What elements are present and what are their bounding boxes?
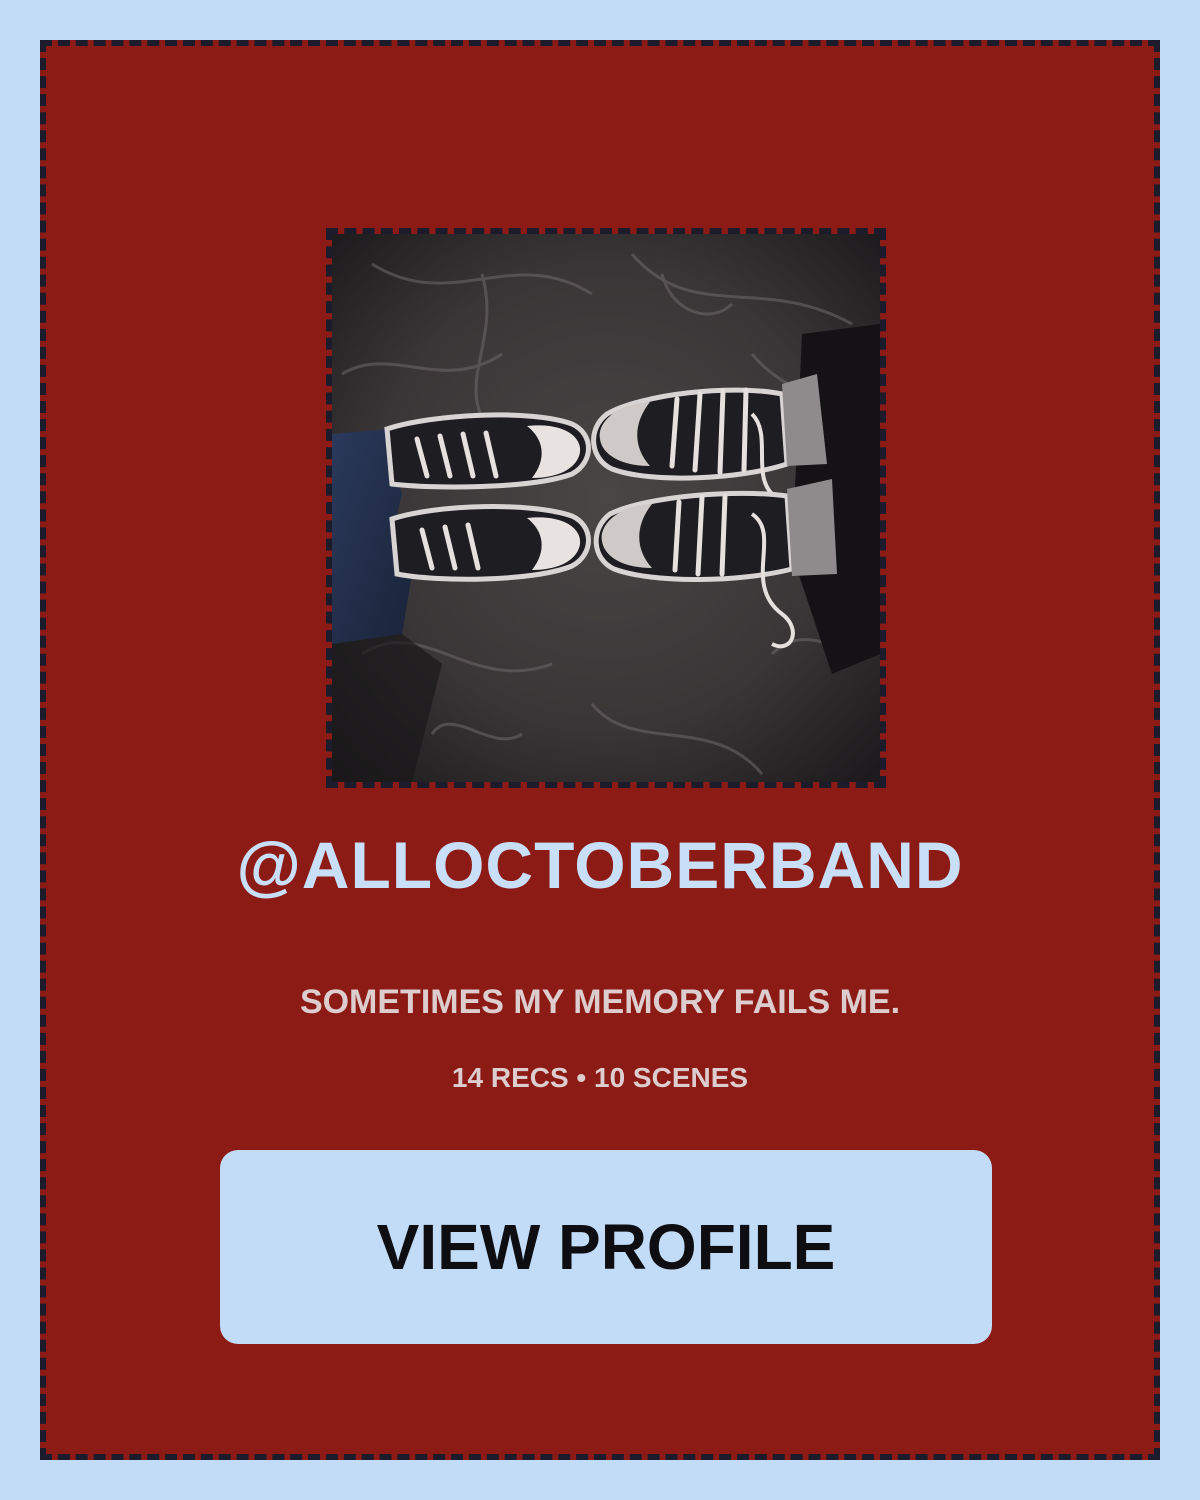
profile-username: @ALLOCTOBERBAND [236, 828, 964, 902]
profile-bio: SOMETIMES MY MEMORY FAILS ME. [299, 983, 901, 1021]
view-profile-button[interactable]: VIEW PROFILE [220, 1150, 992, 1344]
avatar-photo-sneakers [332, 234, 880, 782]
profile-stats: 14 RECS • 10 SCENES [451, 1062, 749, 1093]
profile-card: @ALLOCTOBERBAND SOMETIMES MY MEMORY FAIL… [40, 40, 1160, 1460]
profile-avatar [326, 228, 886, 788]
